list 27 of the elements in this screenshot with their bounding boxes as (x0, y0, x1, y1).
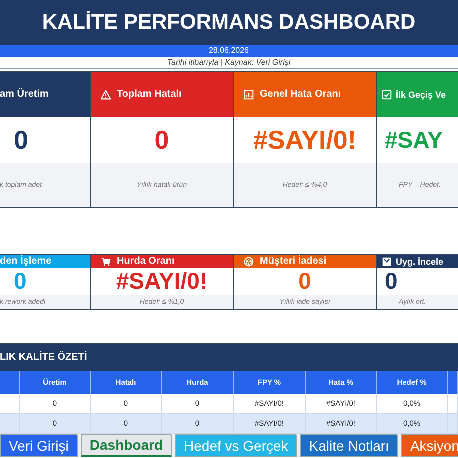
sheet-tab[interactable]: Hedef vs Gerçek (175, 434, 298, 457)
section-title: LIK KALİTE ÖZETİ (0, 343, 458, 371)
table-cell (0, 394, 20, 414)
card-title: am Üretim (0, 89, 49, 100)
header-cell (448, 371, 458, 394)
header-cell (0, 371, 20, 394)
warning-icon (101, 90, 111, 100)
card-title: Uyg. İncele (396, 256, 444, 266)
card-title: Genel Hata Oranı (260, 89, 342, 100)
table-cell (448, 414, 458, 434)
table-cell (448, 394, 458, 414)
sheet-tab[interactable]: Dashboard (80, 434, 172, 457)
sheet-tab[interactable]: Veri Girişi (0, 434, 78, 457)
card-title: İlk Geçiş Ve (396, 90, 446, 100)
checkbox-icon (382, 90, 392, 100)
dashboard-title: KALİTE PERFORMANS DASHBOARD (0, 0, 458, 45)
card-title: Hurda Oranı (117, 256, 175, 267)
card-title: Toplam Hatalı (117, 89, 182, 100)
subtitle-text: Tarihi itibarıyla | Kaynak: Veri Girişi (0, 57, 458, 69)
card-title: Müşteri İadesi (260, 256, 327, 267)
date-text: 28.06.2026 (0, 45, 458, 57)
table-cell (0, 414, 20, 434)
chart-icon (244, 90, 254, 100)
sheet-tab[interactable]: Kalite Notları (300, 434, 398, 457)
package-icon (244, 256, 254, 266)
card-title: den İşleme (0, 256, 52, 267)
cart-icon (101, 256, 111, 266)
